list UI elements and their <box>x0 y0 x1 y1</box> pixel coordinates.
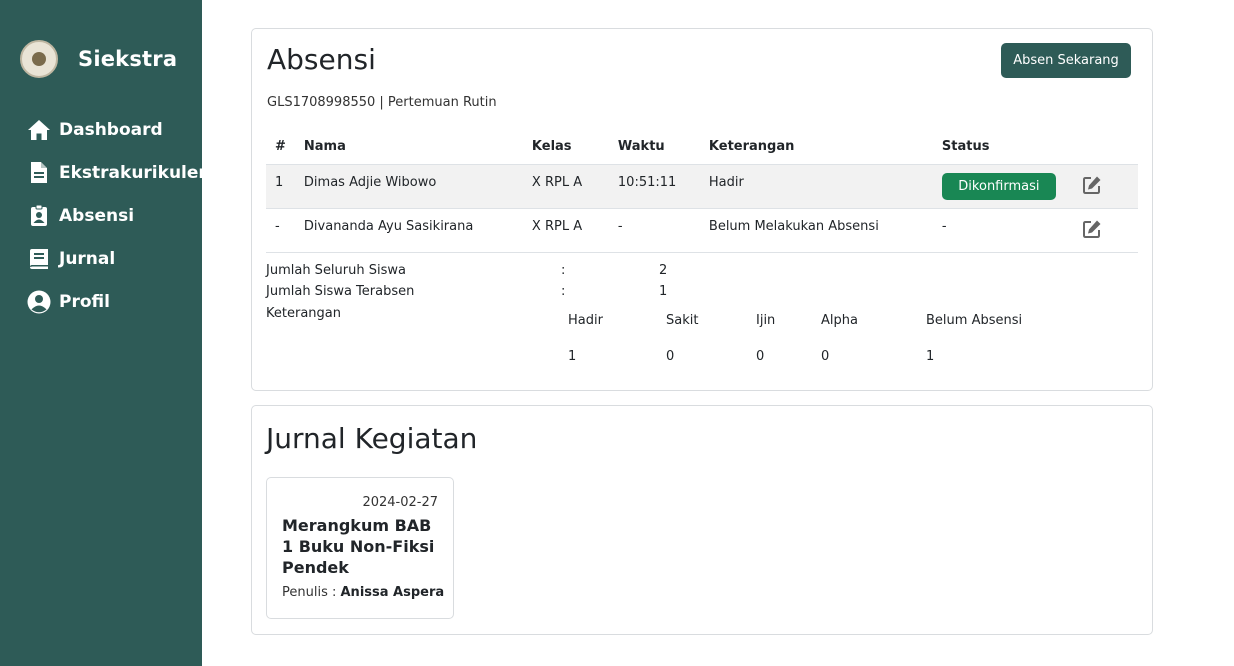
sidebar-item-jurnal[interactable]: Jurnal <box>27 237 207 280</box>
cell-waktu: 10:51:11 <box>608 163 700 208</box>
absensi-card: Absensi Absen Sekarang GLS1708998550 | P… <box>251 28 1153 391</box>
table-row: - Divananda Ayu Sasikirana X RPL A - Bel… <box>266 207 1138 253</box>
journal-author-prefix: Penulis : <box>282 585 341 600</box>
cell-actions <box>1072 163 1138 208</box>
absen-sekarang-button[interactable]: Absen Sekarang <box>1001 43 1131 78</box>
summary-colon: : <box>561 284 566 299</box>
school-logo <box>20 40 58 78</box>
document-icon <box>27 161 51 185</box>
table-header-row: # Nama Kelas Waktu Keterangan Status <box>266 129 1138 164</box>
status-badge[interactable]: Dikonfirmasi <box>941 172 1056 200</box>
breakdown-header: Ijin <box>756 313 776 328</box>
cell-no: - <box>266 207 295 253</box>
journal-author-name: Anissa Aspera <box>340 585 445 600</box>
table-row: 1 Dimas Adjie Wibowo X RPL A 10:51:11 Ha… <box>266 163 1138 208</box>
column-header-actions <box>1073 129 1138 164</box>
brand[interactable]: Siekstra <box>20 40 177 78</box>
user-circle-icon <box>27 290 51 314</box>
column-header: # <box>275 138 286 154</box>
summary-total-value: 2 <box>659 263 668 278</box>
sidebar-item-label: Profil <box>59 291 110 312</box>
breakdown-value: 0 <box>666 349 675 364</box>
page-title: Absensi <box>267 43 376 76</box>
column-header: Waktu <box>617 138 665 154</box>
cell-waktu: - <box>608 207 700 253</box>
cell-status: - <box>932 207 1073 253</box>
jurnal-card: Jurnal Kegiatan 2024-02-27 Merangkum BAB… <box>251 405 1153 635</box>
summary-colon: : <box>561 263 566 278</box>
sidebar-item-profil[interactable]: Profil <box>27 280 207 323</box>
summary-present-value: 1 <box>659 284 668 299</box>
sidebar-nav: Dashboard Ekstrakurikuler Absensi Jurnal… <box>27 108 207 323</box>
breakdown-value: 0 <box>756 349 765 364</box>
sidebar-item-absensi[interactable]: Absensi <box>27 194 207 237</box>
summary-total-label: Jumlah Seluruh Siswa <box>266 263 406 278</box>
cell-nama: Dimas Adjie Wibowo <box>294 163 523 208</box>
cell-no: 1 <box>266 163 295 208</box>
sidebar-item-label: Dashboard <box>59 119 163 140</box>
summary-keterangan-label: Keterangan <box>266 306 341 321</box>
brand-name: Siekstra <box>78 47 178 71</box>
breakdown-value: 0 <box>821 349 830 364</box>
cell-keterangan: Hadir <box>699 163 933 208</box>
cell-keterangan: Belum Melakukan Absensi <box>699 207 933 253</box>
breakdown-header: Sakit <box>666 313 699 328</box>
cell-kelas: X RPL A <box>522 207 609 253</box>
journal-entry-card[interactable]: 2024-02-27 Merangkum BAB 1 Buku Non-Fiks… <box>266 477 454 619</box>
summary-present-label: Jumlah Siswa Terabsen <box>266 284 415 299</box>
cell-actions <box>1072 207 1138 253</box>
attendance-table: # Nama Kelas Waktu Keterangan Status 1 D… <box>266 129 1138 253</box>
cell-status: Dikonfirmasi <box>932 163 1073 208</box>
sidebar-item-label: Ekstrakurikuler <box>59 162 207 183</box>
edit-icon[interactable] <box>1082 175 1102 195</box>
journal-title: Merangkum BAB 1 Buku Non-Fiksi Pendek <box>282 516 435 577</box>
sidebar-item-label: Absensi <box>59 205 135 226</box>
sidebar-item-dashboard[interactable]: Dashboard <box>27 108 207 151</box>
clipboard-user-icon <box>27 204 51 228</box>
cell-kelas: X RPL A <box>522 163 609 208</box>
column-header: Status <box>941 138 990 154</box>
cell-nama: Divananda Ayu Sasikirana <box>294 207 523 253</box>
book-icon <box>27 247 51 271</box>
sidebar-item-label: Jurnal <box>59 248 116 269</box>
journal-author: Penulis : Anissa Aspera <box>282 585 444 600</box>
breakdown-header: Alpha <box>821 313 858 328</box>
column-header: Keterangan <box>708 138 795 154</box>
column-header: Nama <box>303 138 346 154</box>
breakdown-value: 1 <box>926 349 935 364</box>
breakdown-value: 1 <box>568 349 577 364</box>
edit-icon[interactable] <box>1082 219 1102 239</box>
breakdown-header: Belum Absensi <box>926 313 1023 328</box>
section-title: Jurnal Kegiatan <box>266 422 478 455</box>
home-icon <box>27 118 51 142</box>
breakdown-header: Hadir <box>568 313 603 328</box>
journal-date: 2024-02-27 <box>362 495 438 510</box>
session-subtitle: GLS1708998550 | Pertemuan Rutin <box>267 95 497 110</box>
sidebar: Siekstra Dashboard Ekstrakurikuler Absen… <box>0 0 207 666</box>
sidebar-item-ekstrakurikuler[interactable]: Ekstrakurikuler <box>27 151 207 194</box>
column-header: Kelas <box>531 138 572 154</box>
